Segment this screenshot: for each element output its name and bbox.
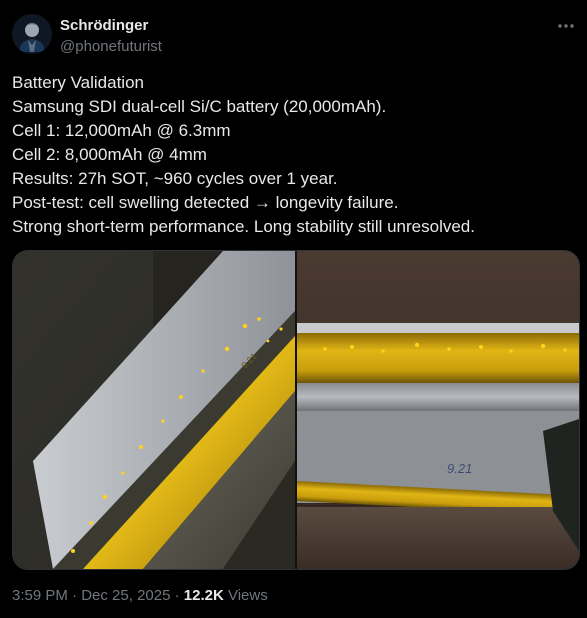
post-line: Strong short-term performance. Long stab… [12, 217, 475, 236]
post-line: Results: 27h SOT, ~960 cycles over 1 yea… [12, 169, 338, 188]
more-horizontal-icon[interactable] [555, 18, 577, 34]
post-meta: 3:59 PM · Dec 25, 2025 · 12.2K Views [12, 587, 268, 604]
author-name[interactable]: Schrödinger [60, 17, 148, 34]
avatar[interactable] [12, 14, 52, 54]
battery-photo-left-image: 9.21 [13, 251, 295, 569]
author-handle[interactable]: @phonefuturist [60, 38, 162, 55]
meta-separator: · [170, 587, 184, 604]
avatar-image [12, 14, 52, 54]
battery-photo-right[interactable]: 9.21 [297, 251, 579, 569]
post-line: Post-test: cell swelling detected → long… [12, 193, 399, 212]
views-label: Views [223, 587, 268, 604]
post-line: Battery Validation [12, 73, 144, 92]
battery-photo-right-image: 9.21 [297, 251, 579, 569]
views-count[interactable]: 12.2K [184, 587, 224, 604]
media-grid: 9.21 9.21 [12, 250, 580, 570]
post-time[interactable]: 3:59 PM [12, 587, 68, 604]
post-line: Samsung SDI dual-cell Si/C battery (20,0… [12, 97, 387, 116]
post-line: Cell 2: 8,000mAh @ 4mm [12, 145, 207, 164]
post-text: Battery Validation Samsung SDI dual-cell… [12, 71, 572, 239]
photo-right-label: 9.21 [447, 461, 472, 476]
post-date[interactable]: Dec 25, 2025 [81, 587, 170, 604]
battery-photo-left[interactable]: 9.21 [13, 251, 295, 569]
post-line: Cell 1: 12,000mAh @ 6.3mm [12, 121, 231, 140]
meta-separator: · [67, 587, 82, 604]
post-card: Schrödinger @phonefuturist Battery Valid… [0, 0, 587, 618]
